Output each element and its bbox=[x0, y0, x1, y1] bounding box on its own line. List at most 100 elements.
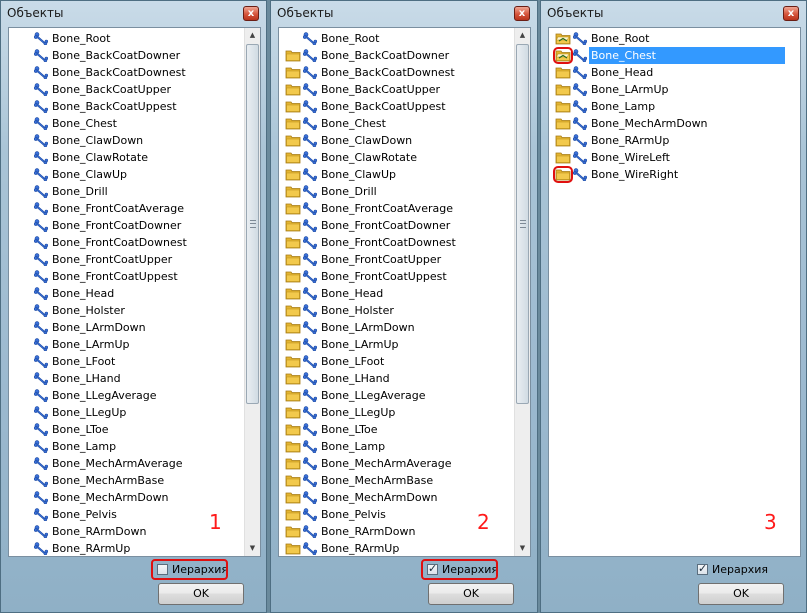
list-item[interactable]: Bone_MechArmDown bbox=[9, 489, 245, 506]
folder-icon[interactable] bbox=[285, 202, 301, 215]
list-item[interactable]: Bone_LHand bbox=[279, 370, 515, 387]
list-item[interactable]: Bone_MechArmDown bbox=[279, 489, 515, 506]
list-item[interactable]: Bone_LToe bbox=[9, 421, 245, 438]
list-item[interactable]: Bone_Head bbox=[279, 285, 515, 302]
close-icon[interactable]: x bbox=[783, 6, 799, 21]
list-item[interactable]: Bone_Head bbox=[549, 64, 785, 81]
list-item[interactable]: Bone_WireRight bbox=[549, 166, 785, 183]
list-item[interactable]: Bone_LLegAverage bbox=[9, 387, 245, 404]
folder-icon[interactable] bbox=[285, 151, 301, 164]
scroll-thumb[interactable] bbox=[246, 44, 259, 404]
list-item[interactable]: Bone_RArmUp bbox=[9, 540, 245, 556]
folder-icon[interactable] bbox=[285, 219, 301, 232]
list-item[interactable]: Bone_LLegUp bbox=[279, 404, 515, 421]
list-item[interactable]: Bone_FrontCoatDowner bbox=[9, 217, 245, 234]
close-icon[interactable]: x bbox=[243, 6, 259, 21]
list-item[interactable]: Bone_FrontCoatUppest bbox=[9, 268, 245, 285]
folder-icon[interactable] bbox=[555, 100, 571, 113]
list-item[interactable]: Bone_Root bbox=[279, 30, 515, 47]
list-item[interactable]: Bone_FrontCoatAverage bbox=[279, 200, 515, 217]
folder-icon[interactable] bbox=[285, 270, 301, 283]
list-item[interactable]: Bone_Head bbox=[9, 285, 245, 302]
ok-button[interactable]: OK bbox=[698, 583, 784, 605]
folder-icon[interactable] bbox=[285, 134, 301, 147]
list-item[interactable]: Bone_LArmUp bbox=[9, 336, 245, 353]
list-item[interactable]: Bone_Holster bbox=[9, 302, 245, 319]
list-item[interactable]: Bone_MechArmBase bbox=[279, 472, 515, 489]
scroll-up-arrow-icon[interactable]: ▲ bbox=[245, 28, 260, 43]
object-list[interactable]: Bone_Root Bone_Chest Bone_Head Bone_LArmUp B… bbox=[548, 27, 801, 557]
list-item[interactable]: Bone_Chest bbox=[9, 115, 245, 132]
list-item[interactable]: Bone_FrontCoatDownest bbox=[9, 234, 245, 251]
list-item[interactable]: Bone_BackCoatUppest bbox=[9, 98, 245, 115]
vertical-scrollbar[interactable]: ▲ ▼ bbox=[244, 28, 260, 556]
list-item[interactable]: Bone_MechArmBase bbox=[9, 472, 245, 489]
folder-icon[interactable] bbox=[285, 508, 301, 521]
checkbox-icon[interactable]: ✓ bbox=[697, 562, 708, 575]
folder-icon[interactable] bbox=[285, 321, 301, 334]
list-item[interactable]: Bone_Root bbox=[9, 30, 245, 47]
list-item[interactable]: Bone_FrontCoatUpper bbox=[279, 251, 515, 268]
list-item[interactable]: Bone_LArmUp bbox=[279, 336, 515, 353]
list-item[interactable]: Bone_Lamp bbox=[9, 438, 245, 455]
list-item[interactable]: Bone_BackCoatUppest bbox=[279, 98, 515, 115]
folder-icon[interactable] bbox=[285, 83, 301, 96]
list-item[interactable]: Bone_Root bbox=[549, 30, 785, 47]
scroll-down-arrow-icon[interactable]: ▼ bbox=[515, 541, 530, 556]
list-item[interactable]: Bone_BackCoatDownest bbox=[9, 64, 245, 81]
list-item[interactable]: Bone_BackCoatDowner bbox=[9, 47, 245, 64]
folder-icon[interactable] bbox=[555, 151, 571, 164]
list-item[interactable]: Bone_ClawDown bbox=[279, 132, 515, 149]
list-item[interactable]: Bone_BackCoatDowner bbox=[279, 47, 515, 64]
list-item[interactable]: Bone_MechArmAverage bbox=[9, 455, 245, 472]
folder-icon[interactable] bbox=[285, 491, 301, 504]
list-item[interactable]: Bone_Drill bbox=[9, 183, 245, 200]
folder-icon[interactable] bbox=[555, 134, 571, 147]
list-item[interactable]: Bone_ClawDown bbox=[9, 132, 245, 149]
list-item[interactable]: Bone_RArmUp bbox=[549, 132, 785, 149]
list-item[interactable]: Bone_Drill bbox=[279, 183, 515, 200]
list-item[interactable]: Bone_LArmUp bbox=[549, 81, 785, 98]
folder-icon[interactable] bbox=[285, 49, 301, 62]
folder-icon[interactable] bbox=[285, 236, 301, 249]
list-item[interactable]: Bone_FrontCoatDownest bbox=[279, 234, 515, 251]
folder-icon[interactable] bbox=[285, 474, 301, 487]
list-item[interactable]: Bone_LHand bbox=[9, 370, 245, 387]
folder-icon[interactable] bbox=[285, 287, 301, 300]
list-item[interactable]: Bone_LLegAverage bbox=[279, 387, 515, 404]
list-item[interactable]: Bone_FrontCoatDowner bbox=[279, 217, 515, 234]
folder-icon[interactable] bbox=[285, 440, 301, 453]
scroll-up-arrow-icon[interactable]: ▲ bbox=[515, 28, 530, 43]
list-item[interactable]: Bone_LLegUp bbox=[9, 404, 245, 421]
list-item[interactable]: Bone_ClawUp bbox=[279, 166, 515, 183]
list-item[interactable]: Bone_MechArmDown bbox=[549, 115, 785, 132]
list-item[interactable]: Bone_RArmUp bbox=[279, 540, 515, 556]
list-item[interactable]: Bone_FrontCoatAverage bbox=[9, 200, 245, 217]
folder-icon[interactable] bbox=[285, 185, 301, 198]
folder-icon[interactable] bbox=[285, 66, 301, 79]
ok-button[interactable]: OK bbox=[158, 583, 244, 605]
list-item[interactable]: Bone_FrontCoatUpper bbox=[9, 251, 245, 268]
folder-icon[interactable] bbox=[285, 168, 301, 181]
folder-icon[interactable] bbox=[285, 355, 301, 368]
scroll-down-arrow-icon[interactable]: ▼ bbox=[245, 541, 260, 556]
list-item[interactable]: Bone_LArmDown bbox=[9, 319, 245, 336]
folder-icon[interactable] bbox=[555, 83, 571, 96]
folder-icon[interactable] bbox=[285, 457, 301, 470]
close-icon[interactable]: x bbox=[514, 6, 530, 21]
object-list[interactable]: Bone_Root Bone_BackCoatDowner Bone_BackCoa… bbox=[278, 27, 531, 557]
object-list[interactable]: Bone_Root Bone_BackCoatDowner Bone_BackCoa… bbox=[8, 27, 261, 557]
list-item[interactable]: Bone_Lamp bbox=[549, 98, 785, 115]
folder-icon[interactable] bbox=[285, 542, 301, 555]
list-item[interactable]: Bone_LArmDown bbox=[279, 319, 515, 336]
folder-icon[interactable] bbox=[553, 166, 573, 183]
folder-icon[interactable] bbox=[285, 253, 301, 266]
folder-icon[interactable] bbox=[553, 47, 573, 64]
folder-icon[interactable] bbox=[285, 406, 301, 419]
list-item[interactable]: Bone_BackCoatUpper bbox=[279, 81, 515, 98]
folder-icon[interactable] bbox=[285, 338, 301, 351]
list-item[interactable]: Bone_MechArmAverage bbox=[279, 455, 515, 472]
list-item[interactable]: Bone_BackCoatDownest bbox=[279, 64, 515, 81]
list-item[interactable]: Bone_Lamp bbox=[279, 438, 515, 455]
folder-icon[interactable] bbox=[285, 100, 301, 113]
